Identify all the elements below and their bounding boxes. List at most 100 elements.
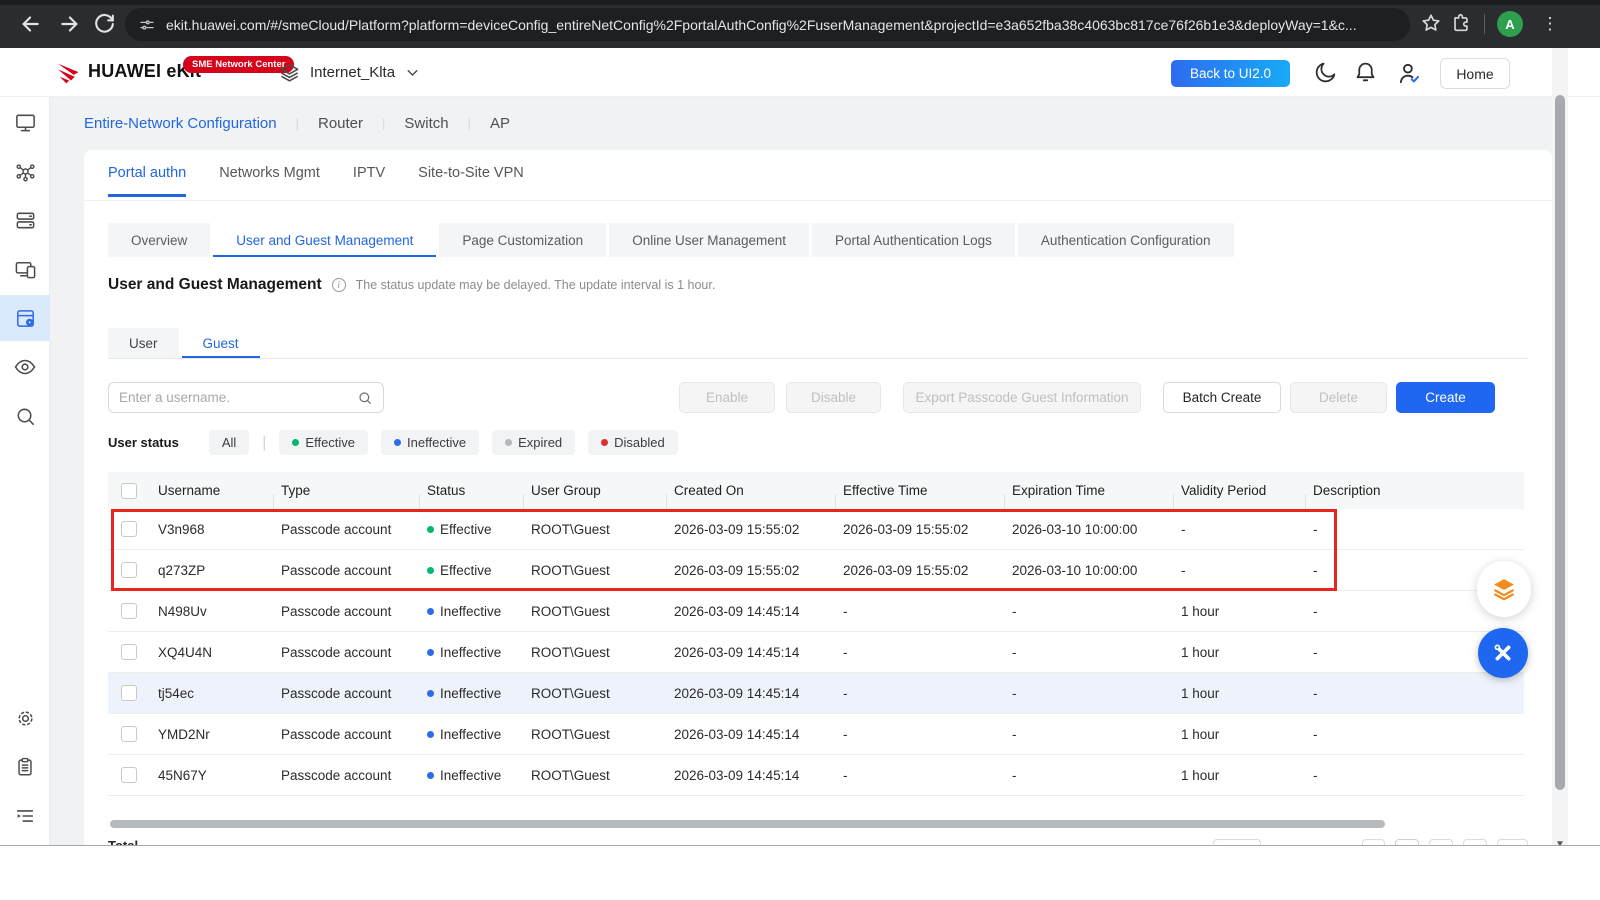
- status-dot: [427, 608, 434, 615]
- gear-icon: [14, 707, 37, 730]
- disable-button[interactable]: Disable: [786, 382, 881, 413]
- sidebar-collapse-menu[interactable]: [0, 793, 50, 839]
- row-checkbox[interactable]: [108, 644, 150, 660]
- batch-create-button[interactable]: Batch Create: [1163, 382, 1281, 413]
- tab-portal-authentication-logs[interactable]: Portal Authentication Logs: [812, 223, 1015, 257]
- sidebar-item-monitoring[interactable]: [0, 344, 50, 390]
- url-text[interactable]: ekit.huawei.com/#/smeCloud/Platform?plat…: [166, 17, 1357, 33]
- tab-site-to-site-vpn[interactable]: Site-to-Site VPN: [418, 165, 524, 197]
- filter-disabled[interactable]: Disabled: [588, 430, 678, 455]
- vertical-scrollbar[interactable]: ▼: [1552, 48, 1568, 852]
- notifications-bell-icon[interactable]: [1353, 60, 1378, 85]
- cell-expiration-time: -: [1004, 768, 1173, 783]
- row-checkbox[interactable]: [108, 767, 150, 783]
- table-row[interactable]: N498Uv Passcode account Ineffective ROOT…: [108, 591, 1524, 632]
- table-row[interactable]: V3n968 Passcode account Effective ROOT\G…: [108, 509, 1524, 550]
- search-input[interactable]: [109, 390, 357, 405]
- sidebar-item-search[interactable]: [0, 393, 50, 439]
- table-row[interactable]: 45N67Y Passcode account Ineffective ROOT…: [108, 755, 1524, 796]
- cell-validity-period: -: [1173, 522, 1305, 537]
- floating-stack-button[interactable]: [1477, 561, 1531, 617]
- cell-type: Passcode account: [273, 563, 419, 578]
- cell-type: Passcode account: [273, 522, 419, 537]
- table-body: V3n968 Passcode account Effective ROOT\G…: [108, 509, 1524, 796]
- vertical-scrollbar-thumb[interactable]: [1555, 95, 1565, 790]
- table-row[interactable]: q273ZP Passcode account Effective ROOT\G…: [108, 550, 1524, 591]
- sidebar-item-servers[interactable]: [0, 197, 50, 243]
- nav-switch[interactable]: Switch: [404, 115, 448, 132]
- table-row[interactable]: tj54ec Passcode account Ineffective ROOT…: [108, 673, 1524, 714]
- status-notice: The status update may be delayed. The up…: [356, 278, 716, 292]
- clipboard-icon: [14, 756, 36, 778]
- forward-icon[interactable]: [58, 11, 84, 37]
- cell-effective-time: -: [835, 686, 1004, 701]
- sidebar-item-settings[interactable]: [0, 695, 50, 741]
- row-checkbox[interactable]: [108, 603, 150, 619]
- row-checkbox[interactable]: [108, 521, 150, 537]
- floating-tools-button[interactable]: [1478, 628, 1528, 678]
- sidebar-item-network-config[interactable]: [0, 295, 50, 341]
- browser-menu-icon[interactable]: ⋮: [1541, 11, 1559, 37]
- tab-online-user-management[interactable]: Online User Management: [609, 223, 809, 257]
- username-search[interactable]: [108, 382, 384, 413]
- tab-iptv[interactable]: IPTV: [353, 165, 385, 197]
- filter-expired[interactable]: Expired: [492, 430, 575, 455]
- horizontal-scrollbar[interactable]: [110, 820, 1385, 828]
- col-status: Status: [419, 483, 523, 498]
- cell-created-on: 2026-03-09 14:45:14: [666, 768, 835, 783]
- app-header: HUAWEI eKit SME Network Center Internet_…: [0, 48, 1600, 97]
- extensions-icon[interactable]: [1450, 12, 1474, 36]
- ineffective-dot: [394, 439, 401, 446]
- home-button[interactable]: Home: [1440, 58, 1510, 89]
- select-all-checkbox[interactable]: [108, 483, 150, 499]
- back-to-ui2-button[interactable]: Back to UI2.0: [1171, 60, 1290, 87]
- tab-authentication-configuration[interactable]: Authentication Configuration: [1018, 223, 1234, 257]
- user-account-icon[interactable]: [1396, 60, 1421, 85]
- filter-effective[interactable]: Effective: [279, 430, 368, 455]
- tab-networks-mgmt[interactable]: Networks Mgmt: [219, 165, 320, 197]
- tab-overview[interactable]: Overview: [108, 223, 210, 257]
- cell-validity-period: 1 hour: [1173, 604, 1305, 619]
- create-button[interactable]: Create: [1396, 382, 1495, 413]
- table-row[interactable]: XQ4U4N Passcode account Ineffective ROOT…: [108, 632, 1524, 673]
- effective-dot: [292, 439, 299, 446]
- sidebar-item-devices-monitor[interactable]: [0, 99, 50, 145]
- filter-all[interactable]: All: [209, 430, 249, 455]
- sidebar-item-logs[interactable]: [0, 744, 50, 790]
- cell-expiration-time: 2026-03-10 10:00:00: [1004, 522, 1173, 537]
- export-passcode-button[interactable]: Export Passcode Guest Information: [903, 382, 1141, 413]
- site-selector[interactable]: Internet_Klta: [278, 58, 421, 86]
- col-expiration-time: Expiration Time: [1004, 483, 1173, 498]
- tab-user-guest-management[interactable]: User and Guest Management: [213, 223, 436, 257]
- url-bar[interactable]: ekit.huawei.com/#/smeCloud/Platform?plat…: [125, 8, 1410, 41]
- tab-portal-authn[interactable]: Portal authn: [108, 165, 186, 197]
- table-row[interactable]: YMD2Nr Passcode account Ineffective ROOT…: [108, 714, 1524, 755]
- tabs-divider: [84, 200, 1552, 201]
- row-checkbox[interactable]: [108, 562, 150, 578]
- bookmark-star-icon[interactable]: [1420, 12, 1444, 36]
- reload-icon[interactable]: [92, 11, 118, 37]
- browser-profile-avatar[interactable]: A: [1497, 11, 1523, 37]
- cell-user-group: ROOT\Guest: [523, 686, 666, 701]
- tab-guest[interactable]: Guest: [182, 328, 260, 359]
- sidebar-item-terminals[interactable]: [0, 246, 50, 292]
- status-dot: [427, 567, 434, 574]
- tab-page-customization[interactable]: Page Customization: [439, 223, 606, 257]
- status-dot: [427, 772, 434, 779]
- site-name[interactable]: Internet_Klta: [310, 64, 395, 81]
- delete-button[interactable]: Delete: [1290, 382, 1387, 413]
- topology-icon: [14, 160, 37, 183]
- nav-router[interactable]: Router: [318, 115, 363, 132]
- row-checkbox[interactable]: [108, 726, 150, 742]
- dark-mode-moon-icon[interactable]: [1313, 60, 1338, 85]
- nav-ap[interactable]: AP: [490, 115, 510, 132]
- nav-entire-network[interactable]: Entire-Network Configuration: [84, 115, 277, 132]
- filter-ineffective[interactable]: Ineffective: [381, 430, 479, 455]
- search-icon: [357, 390, 373, 406]
- tab-user[interactable]: User: [108, 328, 179, 359]
- back-icon[interactable]: [16, 11, 42, 37]
- site-info-icon[interactable]: [138, 16, 156, 34]
- sidebar-item-topology[interactable]: [0, 148, 50, 194]
- row-checkbox[interactable]: [108, 685, 150, 701]
- enable-button[interactable]: Enable: [679, 382, 775, 413]
